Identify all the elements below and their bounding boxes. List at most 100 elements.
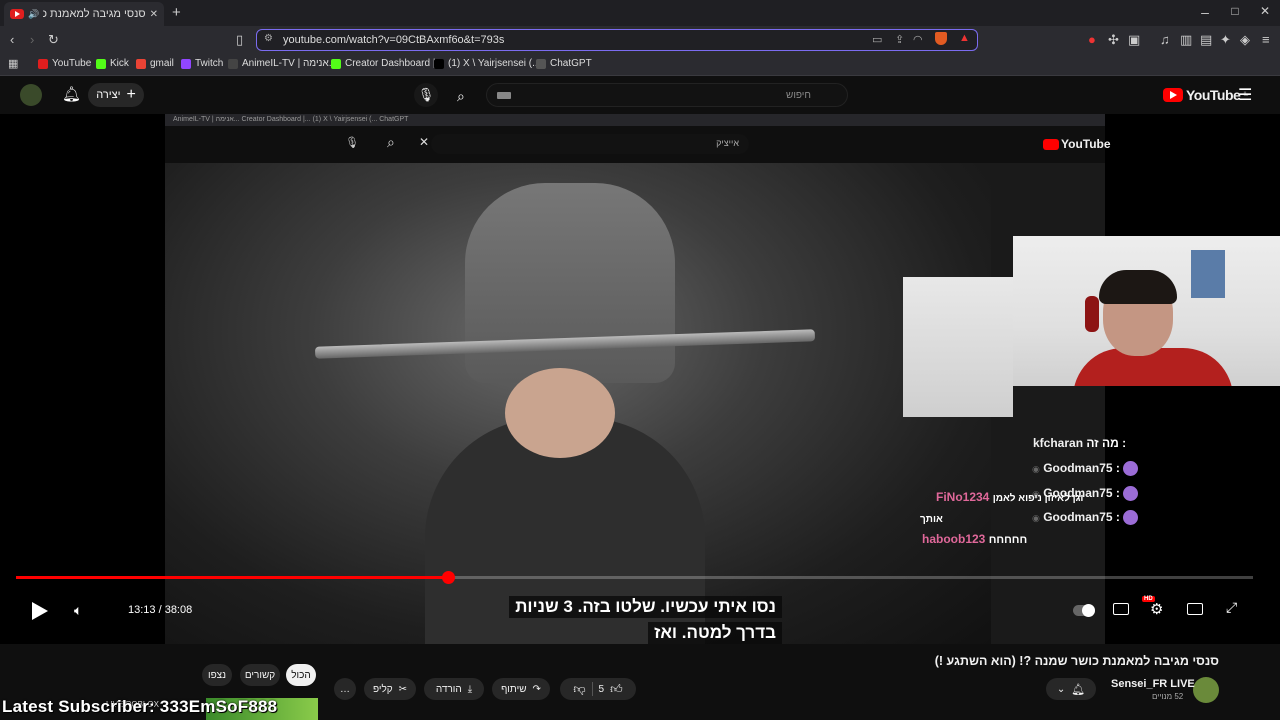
clip-button[interactable]: קליפ ✂ [364, 678, 416, 700]
video-player[interactable]: AnimeIL-TV | אנימה... Creator Dashboard … [0, 114, 1280, 644]
headphone-icon [1085, 296, 1099, 332]
menu-icon[interactable]: ≡ [1262, 32, 1270, 47]
site-info-icon[interactable]: ⚙ [264, 33, 273, 44]
bookmark-twitch[interactable]: Twitch [181, 58, 223, 69]
autoplay-toggle[interactable] [1073, 604, 1095, 617]
subtitles-icon[interactable] [1113, 603, 1129, 615]
close-window-button[interactable]: ✕ [1250, 4, 1280, 18]
emote-icon [1123, 461, 1139, 477]
chip-all[interactable]: הכול [286, 664, 316, 686]
progress-bar[interactable] [16, 571, 1253, 584]
bookmark-kick[interactable]: Kick [96, 58, 129, 69]
browser-tab-strip: 🔊 סנסי מגיבה למאמנת כושר שמ ✕ + – □ ✕ [0, 0, 1280, 26]
bookmark-x[interactable]: (1) X \ Yairjsensei (... [434, 58, 540, 69]
emote-icon [1123, 486, 1139, 502]
rss-icon[interactable]: ◠ [913, 33, 923, 46]
music-icon[interactable]: ♫ [1160, 32, 1170, 47]
like-dislike-button[interactable]: 👎︎ 5 👍︎ [560, 678, 636, 700]
new-tab-button[interactable]: + [172, 4, 181, 21]
forward-icon[interactable]: › [30, 32, 34, 47]
captured-youtube-logo: YouTube [1043, 137, 1111, 151]
kick-icon [96, 58, 106, 69]
audio-icon[interactable]: 🔊 [28, 9, 39, 20]
progress-played [16, 576, 448, 579]
recording-icon [10, 9, 24, 19]
subtitle-line: בדרך למטה. ואז [648, 622, 782, 644]
bookmark-gmail[interactable]: gmail [136, 58, 174, 69]
bookmark-page-icon[interactable]: ▯ [236, 32, 243, 48]
gym-scene-video-frame [165, 163, 991, 644]
chat-message: kfcharan מה זה : [1033, 436, 1127, 450]
bookmark-youtube[interactable]: YouTube [38, 58, 91, 69]
download-button[interactable]: הורדה ⤓ [424, 678, 484, 700]
bookmark-chatgpt[interactable]: ChatGPT [536, 58, 592, 69]
chip-watched[interactable]: נצפו [202, 664, 232, 686]
subscribe-button[interactable]: ⌄ 🔔︎ [1046, 678, 1096, 700]
youtube-logo[interactable]: YouTube IL [1163, 87, 1248, 103]
notifications-icon[interactable]: 🔔︎ [62, 85, 81, 103]
share-button[interactable]: שיתוף ↷ [492, 678, 550, 700]
chevron-down-icon: ⌄ [1056, 683, 1066, 695]
leo-icon[interactable]: ✦ [1220, 32, 1231, 48]
address-bar[interactable]: ⚙ youtube.com/watch?v=09CtBAxmf6o&t=793s… [256, 29, 978, 51]
search-icon[interactable]: ⌕ [457, 88, 465, 105]
plus-icon: + [126, 86, 136, 103]
kick-icon [331, 58, 341, 69]
scrubber-handle[interactable] [441, 571, 455, 584]
captured-search-box: אייציק [431, 134, 749, 154]
bookmark-animeil[interactable]: AnimeIL-TV | אנימה... [228, 58, 337, 69]
url-text: youtube.com/watch?v=09CtBAxmf6o&t=793s [283, 34, 505, 46]
wallet-icon[interactable]: ▤ [1200, 32, 1212, 48]
hamburger-menu-icon[interactable]: ☰ [1238, 85, 1252, 105]
extension-icon[interactable]: ✣ [1108, 32, 1119, 48]
sidebar-icon[interactable]: ▥ [1180, 32, 1192, 48]
scissors-icon: ✂ [398, 683, 408, 695]
screenshot-icon[interactable]: ▣ [1128, 32, 1140, 48]
chip-related[interactable]: קשורים [240, 664, 280, 686]
brave-shield-icon[interactable] [935, 32, 947, 45]
fullscreen-icon[interactable]: ⤢ [1226, 599, 1237, 616]
bookmark-creator-dashboard[interactable]: Creator Dashboard |... [331, 58, 444, 69]
chatgpt-icon [536, 58, 546, 69]
minimize-button[interactable]: – [1190, 4, 1220, 20]
avatar[interactable] [20, 84, 42, 106]
webcam-overlay-streamer [1013, 236, 1280, 386]
lifter-head [505, 368, 615, 458]
share-url-icon[interactable]: ⇪ [895, 33, 904, 46]
time-display: 13:13 / 38:08 [128, 604, 193, 616]
apps-icon[interactable]: ▦ [8, 57, 18, 70]
volume-icon[interactable]: 🔈︎ [74, 602, 82, 619]
reload-icon[interactable]: ↻ [48, 32, 59, 48]
vpn-icon[interactable]: ◈ [1240, 32, 1250, 48]
channel-avatar[interactable] [1193, 677, 1219, 703]
share-icon: ↷ [532, 683, 541, 695]
play-icon[interactable] [32, 602, 48, 620]
brave-rewards-icon[interactable]: ▲ [959, 32, 970, 44]
create-button[interactable]: יצירה + [88, 83, 144, 107]
dislike-icon[interactable]: 👎︎ [573, 682, 585, 697]
like-icon[interactable]: 👍︎ [610, 682, 623, 697]
more-actions-button[interactable]: … [334, 678, 356, 700]
keyboard-icon[interactable] [497, 92, 511, 99]
voice-search-icon[interactable]: 🎙︎ [414, 83, 438, 107]
video-title: סנסי מגיבה למאמנת כושר שמנה ?! (הוא השתג… [934, 654, 1219, 668]
settings-icon[interactable]: ⚙ [1150, 600, 1163, 618]
channel-name[interactable]: Sensei_FR LIVE [1111, 678, 1195, 690]
cast-icon[interactable]: ▭ [872, 33, 882, 46]
youtube-header: 🔔︎ יצירה + 🎙︎ חיפוש ⌕ YouTube IL ☰ [0, 76, 1280, 114]
record-extension-icon[interactable]: ● [1088, 32, 1096, 47]
streamer-shirt [1073, 348, 1233, 386]
search-input[interactable]: חיפוש ⌕ [457, 83, 848, 107]
browser-tab[interactable]: 🔊 סנסי מגיבה למאמנת כושר שמ ✕ [4, 2, 164, 26]
emote-icon [1123, 510, 1139, 526]
captured-youtube-header: 🎙︎ ⌕ ✕ אייציק YouTube [165, 126, 1111, 163]
latest-subscriber-overlay: Latest Subscriber: 333EmSoF888 [2, 697, 278, 716]
webcam-overlay-secondary [903, 277, 1013, 417]
miniplayer-icon[interactable] [1187, 603, 1203, 615]
hd-badge: HD [1142, 596, 1155, 602]
maximize-button[interactable]: □ [1220, 4, 1250, 18]
tab-close-icon[interactable]: ✕ [150, 9, 158, 20]
back-icon[interactable]: ‹ [10, 32, 14, 47]
chat-message: ◉ Goodman75 : [1032, 510, 1139, 526]
badge-icon: ◉ [1032, 513, 1040, 523]
